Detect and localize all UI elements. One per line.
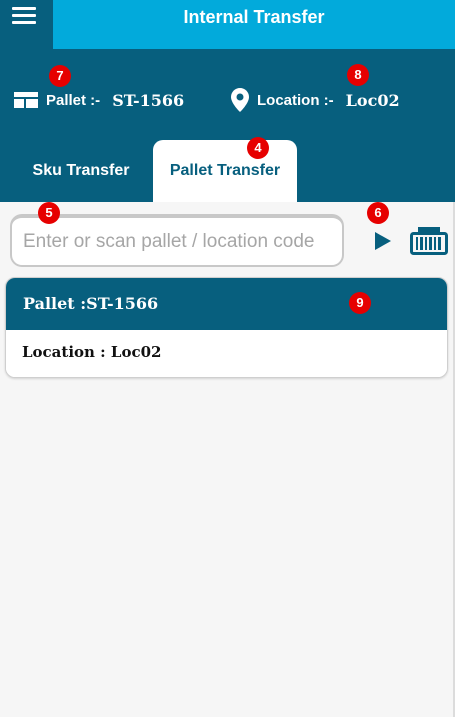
title-bar: Internal Transfer <box>0 0 455 49</box>
location-label: Location :- <box>257 91 334 109</box>
step-badge-8: 8 <box>347 64 369 86</box>
card-header: Pallet :ST-1566 <box>6 278 447 330</box>
location-pin-icon <box>231 88 249 112</box>
card-location-text: Location : Loc02 <box>22 343 162 361</box>
tab-pallet-transfer[interactable]: Pallet Transfer <box>153 140 297 202</box>
hamburger-icon[interactable] <box>12 7 36 27</box>
play-icon[interactable] <box>370 229 394 253</box>
scan-input[interactable] <box>10 214 344 267</box>
pallet-value: ST-1566 <box>112 90 185 110</box>
card-pallet-text: Pallet :ST-1566 <box>23 294 159 313</box>
step-badge-6: 6 <box>367 202 389 224</box>
pallet-icon <box>14 92 38 108</box>
pallet-card[interactable]: Pallet :ST-1566 Location : Loc02 <box>5 277 448 378</box>
page-title: Internal Transfer <box>183 7 325 27</box>
location-info: Location :- Loc02 <box>231 88 400 112</box>
step-badge-4: 4 <box>247 137 269 159</box>
step-badge-5: 5 <box>38 202 60 224</box>
card-body: Location : Loc02 <box>6 330 447 377</box>
step-badge-7: 7 <box>49 65 71 87</box>
barcode-scanner-icon[interactable] <box>410 226 448 256</box>
pallet-label: Pallet :- <box>46 91 101 109</box>
tab-sku-transfer[interactable]: Sku Transfer <box>14 140 148 202</box>
pallet-info: Pallet :- ST-1566 <box>14 89 184 111</box>
location-value: Loc02 <box>345 90 400 110</box>
step-badge-9: 9 <box>349 292 371 314</box>
menu-area <box>0 0 53 49</box>
app-frame: Internal Transfer Pallet :- ST-1566 Loca… <box>0 0 455 717</box>
